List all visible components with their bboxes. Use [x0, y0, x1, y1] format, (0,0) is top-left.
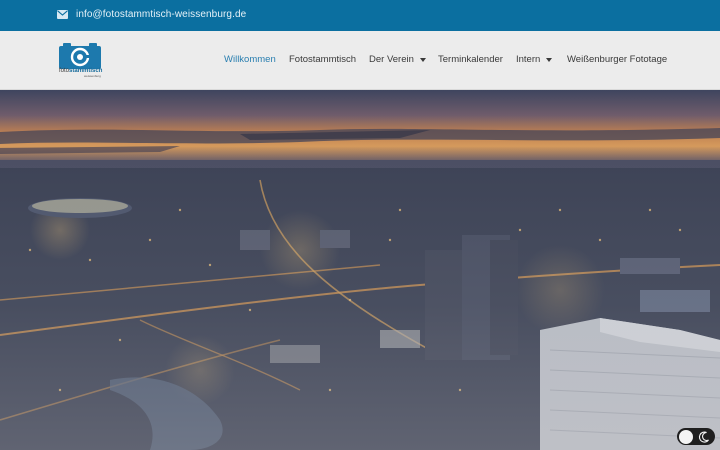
- contact-email-link[interactable]: info@fotostammtisch-weissenburg.de: [76, 9, 246, 20]
- main-navigation: Willkommen Fotostammtisch Der Verein Ter…: [0, 31, 720, 90]
- nav-label: Der Verein: [369, 54, 414, 65]
- nav-item-intern[interactable]: Intern: [516, 54, 553, 65]
- nav-label: Fotostammtisch: [289, 54, 357, 65]
- nav-item-fotostammtisch[interactable]: Fotostammtisch: [289, 54, 356, 65]
- nav-label: Terminkalender: [438, 54, 503, 65]
- nav-item-terminkalender[interactable]: Terminkalender: [438, 54, 503, 65]
- nav-label: Intern: [516, 54, 541, 65]
- top-bar: info@fotostammtisch-weissenburg.de: [0, 0, 720, 31]
- envelope-icon: [57, 10, 68, 19]
- moon-icon: [698, 431, 709, 443]
- chevron-down-icon: [546, 58, 553, 62]
- nav-label: Weißenburger Fototage: [567, 54, 668, 65]
- nav-item-weissenburger-fototage[interactable]: Weißenburger Fototage: [567, 54, 667, 65]
- nav-label: Willkommen: [224, 54, 276, 65]
- site-header: fotostammtisch weissenburg Willkommen Fo…: [0, 31, 720, 90]
- hero-overlay: [0, 90, 720, 450]
- theme-toggle[interactable]: [677, 428, 715, 445]
- sun-knob-icon: [679, 429, 693, 444]
- nav-item-willkommen[interactable]: Willkommen: [224, 54, 276, 65]
- nav-item-der-verein[interactable]: Der Verein: [369, 54, 426, 65]
- hero-image: [0, 90, 720, 450]
- chevron-down-icon: [419, 58, 426, 62]
